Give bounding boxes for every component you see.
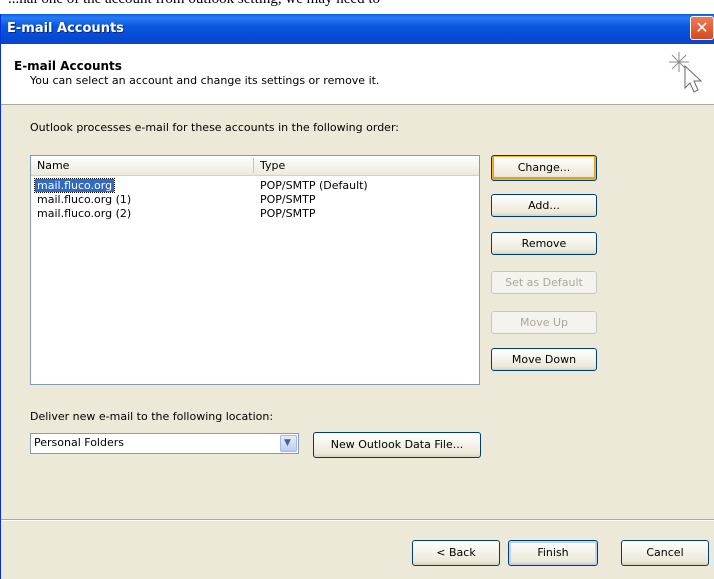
deliver-location-select[interactable]: Personal Folders ▼ bbox=[30, 433, 299, 454]
account-name: mail.fluco.org (2) bbox=[37, 207, 132, 220]
cursor-sparkle-icon bbox=[669, 52, 703, 93]
accounts-order-label: Outlook processes e-mail for these accou… bbox=[30, 121, 399, 134]
set-as-default-button[interactable]: Set as Default bbox=[491, 271, 597, 294]
account-row[interactable]: mail.fluco.org POP/SMTP (Default) bbox=[31, 178, 479, 194]
account-type: POP/SMTP bbox=[260, 193, 316, 206]
move-up-button[interactable]: Move Up bbox=[491, 311, 597, 334]
deliver-location-label: Deliver new e-mail to the following loca… bbox=[30, 410, 274, 423]
chevron-down-icon[interactable]: ▼ bbox=[280, 435, 297, 452]
window-title: E-mail Accounts bbox=[7, 21, 124, 36]
cancel-button[interactable]: Cancel bbox=[621, 540, 709, 566]
account-type: POP/SMTP bbox=[260, 207, 316, 220]
account-name: mail.fluco.org (1) bbox=[37, 193, 132, 206]
column-divider[interactable] bbox=[253, 158, 254, 173]
accounts-list[interactable]: Name Type mail.fluco.org POP/SMTP (Defau… bbox=[30, 155, 480, 385]
header-title: E-mail Accounts bbox=[14, 59, 122, 73]
remove-button[interactable]: Remove bbox=[491, 232, 597, 255]
column-header-type[interactable]: Type bbox=[260, 159, 285, 172]
column-header-name[interactable]: Name bbox=[37, 159, 69, 172]
account-type: POP/SMTP (Default) bbox=[260, 179, 368, 192]
move-down-button[interactable]: Move Down bbox=[491, 348, 597, 371]
wizard-header: E-mail Accounts You can select an accoun… bbox=[1, 44, 714, 105]
finish-button[interactable]: Finish bbox=[508, 540, 598, 566]
account-row[interactable]: mail.fluco.org (2) POP/SMTP bbox=[31, 207, 479, 222]
close-icon[interactable]: ✕ bbox=[690, 16, 714, 40]
email-accounts-dialog: E-mail Accounts ✕ E-mail Accounts You ca… bbox=[0, 14, 714, 579]
footer-divider bbox=[1, 519, 714, 521]
clipped-caption-text: ...nal one of the account from outlook s… bbox=[0, 0, 714, 14]
list-header: Name Type bbox=[31, 156, 479, 176]
title-bar[interactable]: E-mail Accounts ✕ bbox=[1, 14, 714, 44]
back-button[interactable]: < Back bbox=[412, 540, 500, 566]
change-button[interactable]: Change... bbox=[491, 155, 597, 181]
header-description: You can select an account and change its… bbox=[30, 74, 380, 87]
account-name: mail.fluco.org bbox=[33, 178, 116, 193]
deliver-location-value: Personal Folders bbox=[34, 436, 124, 449]
new-outlook-data-file-button[interactable]: New Outlook Data File... bbox=[313, 432, 481, 458]
account-row[interactable]: mail.fluco.org (1) POP/SMTP bbox=[31, 193, 479, 208]
add-button[interactable]: Add... bbox=[491, 194, 597, 217]
